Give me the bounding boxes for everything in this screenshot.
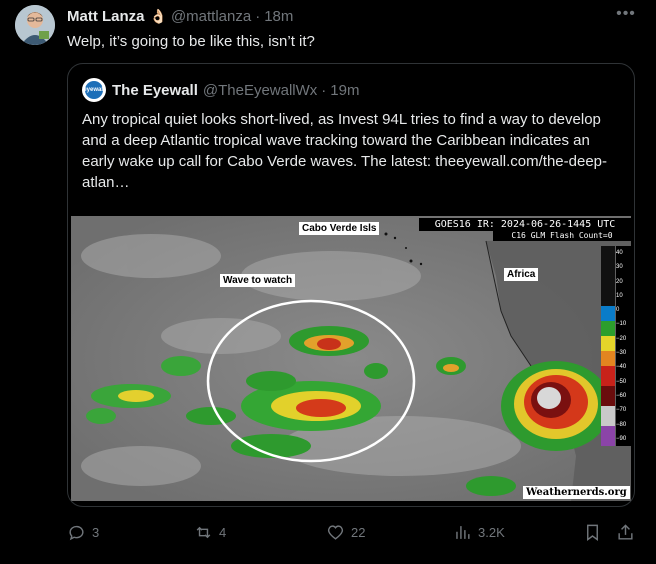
africa-label: Africa xyxy=(504,268,539,281)
separator-dot: · xyxy=(255,7,261,25)
repost-icon xyxy=(196,526,211,538)
image-header-label: GOES16 IR: 2024-06-26-1445 UTC xyxy=(419,218,631,231)
reply-icon xyxy=(69,525,84,540)
scale-tick: −20 xyxy=(616,335,627,342)
action-bar: 3 4 22 3.2K xyxy=(67,520,639,544)
post-header: Matt Lanza 👌🏻 @mattlanza · 18m xyxy=(67,6,293,26)
eyewall-logo: eyewall xyxy=(83,81,105,99)
author-avatar[interactable] xyxy=(15,5,55,45)
quoted-author-name[interactable]: The Eyewall xyxy=(112,82,198,99)
share-icon xyxy=(618,523,633,540)
scale-tick: −80 xyxy=(616,421,627,428)
image-subheader-label: C16 GLM Flash Count=0 xyxy=(493,231,631,241)
quoted-author-handle[interactable]: @TheEyewallWx xyxy=(203,82,317,99)
scale-tick: −70 xyxy=(616,407,627,414)
repost-count: 4 xyxy=(219,524,227,540)
repost-button[interactable]: 4 xyxy=(194,520,226,544)
heart-icon xyxy=(327,524,344,540)
like-button[interactable]: 22 xyxy=(326,520,365,544)
views-count: 3.2K xyxy=(478,524,505,540)
views-icon xyxy=(456,525,470,539)
scale-tick: −30 xyxy=(616,350,627,357)
satellite-image[interactable]: GOES16 IR: 2024-06-26-1445 UTC C16 GLM F… xyxy=(71,216,631,501)
quoted-post[interactable]: eyewall The Eyewall @TheEyewallWx · 19m … xyxy=(67,63,635,507)
author-handle[interactable]: @mattlanza xyxy=(171,8,251,25)
bookmark-button[interactable] xyxy=(583,520,602,544)
author-name[interactable]: Matt Lanza xyxy=(67,8,145,25)
quoted-author-avatar[interactable]: eyewall xyxy=(82,78,106,102)
separator-dot: · xyxy=(321,81,327,99)
scale-tick: −10 xyxy=(616,321,627,328)
scale-tick: 20 xyxy=(616,278,623,285)
scale-tick: −40 xyxy=(616,364,627,371)
post-time[interactable]: 18m xyxy=(264,8,293,25)
share-button[interactable] xyxy=(616,520,635,544)
color-scale-ticks: 40 30 20 10 0 −10 −20 −30 −40 −50 −60 −7… xyxy=(616,246,631,446)
post-text: Welp, it’s going to be like this, isn’t … xyxy=(67,33,315,50)
scale-tick: −50 xyxy=(616,378,627,385)
scale-tick: 0 xyxy=(616,307,620,314)
scale-tick: 10 xyxy=(616,292,623,299)
more-options-icon[interactable]: ••• xyxy=(614,6,638,26)
wave-label: Wave to watch xyxy=(220,274,296,287)
reply-count: 3 xyxy=(92,524,100,540)
author-emoji: 👌🏻 xyxy=(149,7,167,24)
scale-tick: −90 xyxy=(616,435,627,442)
scale-tick: 40 xyxy=(616,250,623,256)
scale-tick: 30 xyxy=(616,264,623,271)
like-count: 22 xyxy=(351,524,366,540)
quoted-post-text: Any tropical quiet looks short-lived, as… xyxy=(82,109,622,193)
quoted-post-header: eyewall The Eyewall @TheEyewallWx · 19m xyxy=(82,78,359,102)
bookmark-icon xyxy=(587,524,598,541)
scale-tick: −60 xyxy=(616,392,627,399)
reply-button[interactable]: 3 xyxy=(67,520,99,544)
quoted-post-time[interactable]: 19m xyxy=(330,82,359,99)
views-button[interactable]: 3.2K xyxy=(453,520,505,544)
credit-label: Weathernerds.org xyxy=(523,486,630,499)
cabo-verde-label: Cabo Verde Isls xyxy=(299,222,380,235)
